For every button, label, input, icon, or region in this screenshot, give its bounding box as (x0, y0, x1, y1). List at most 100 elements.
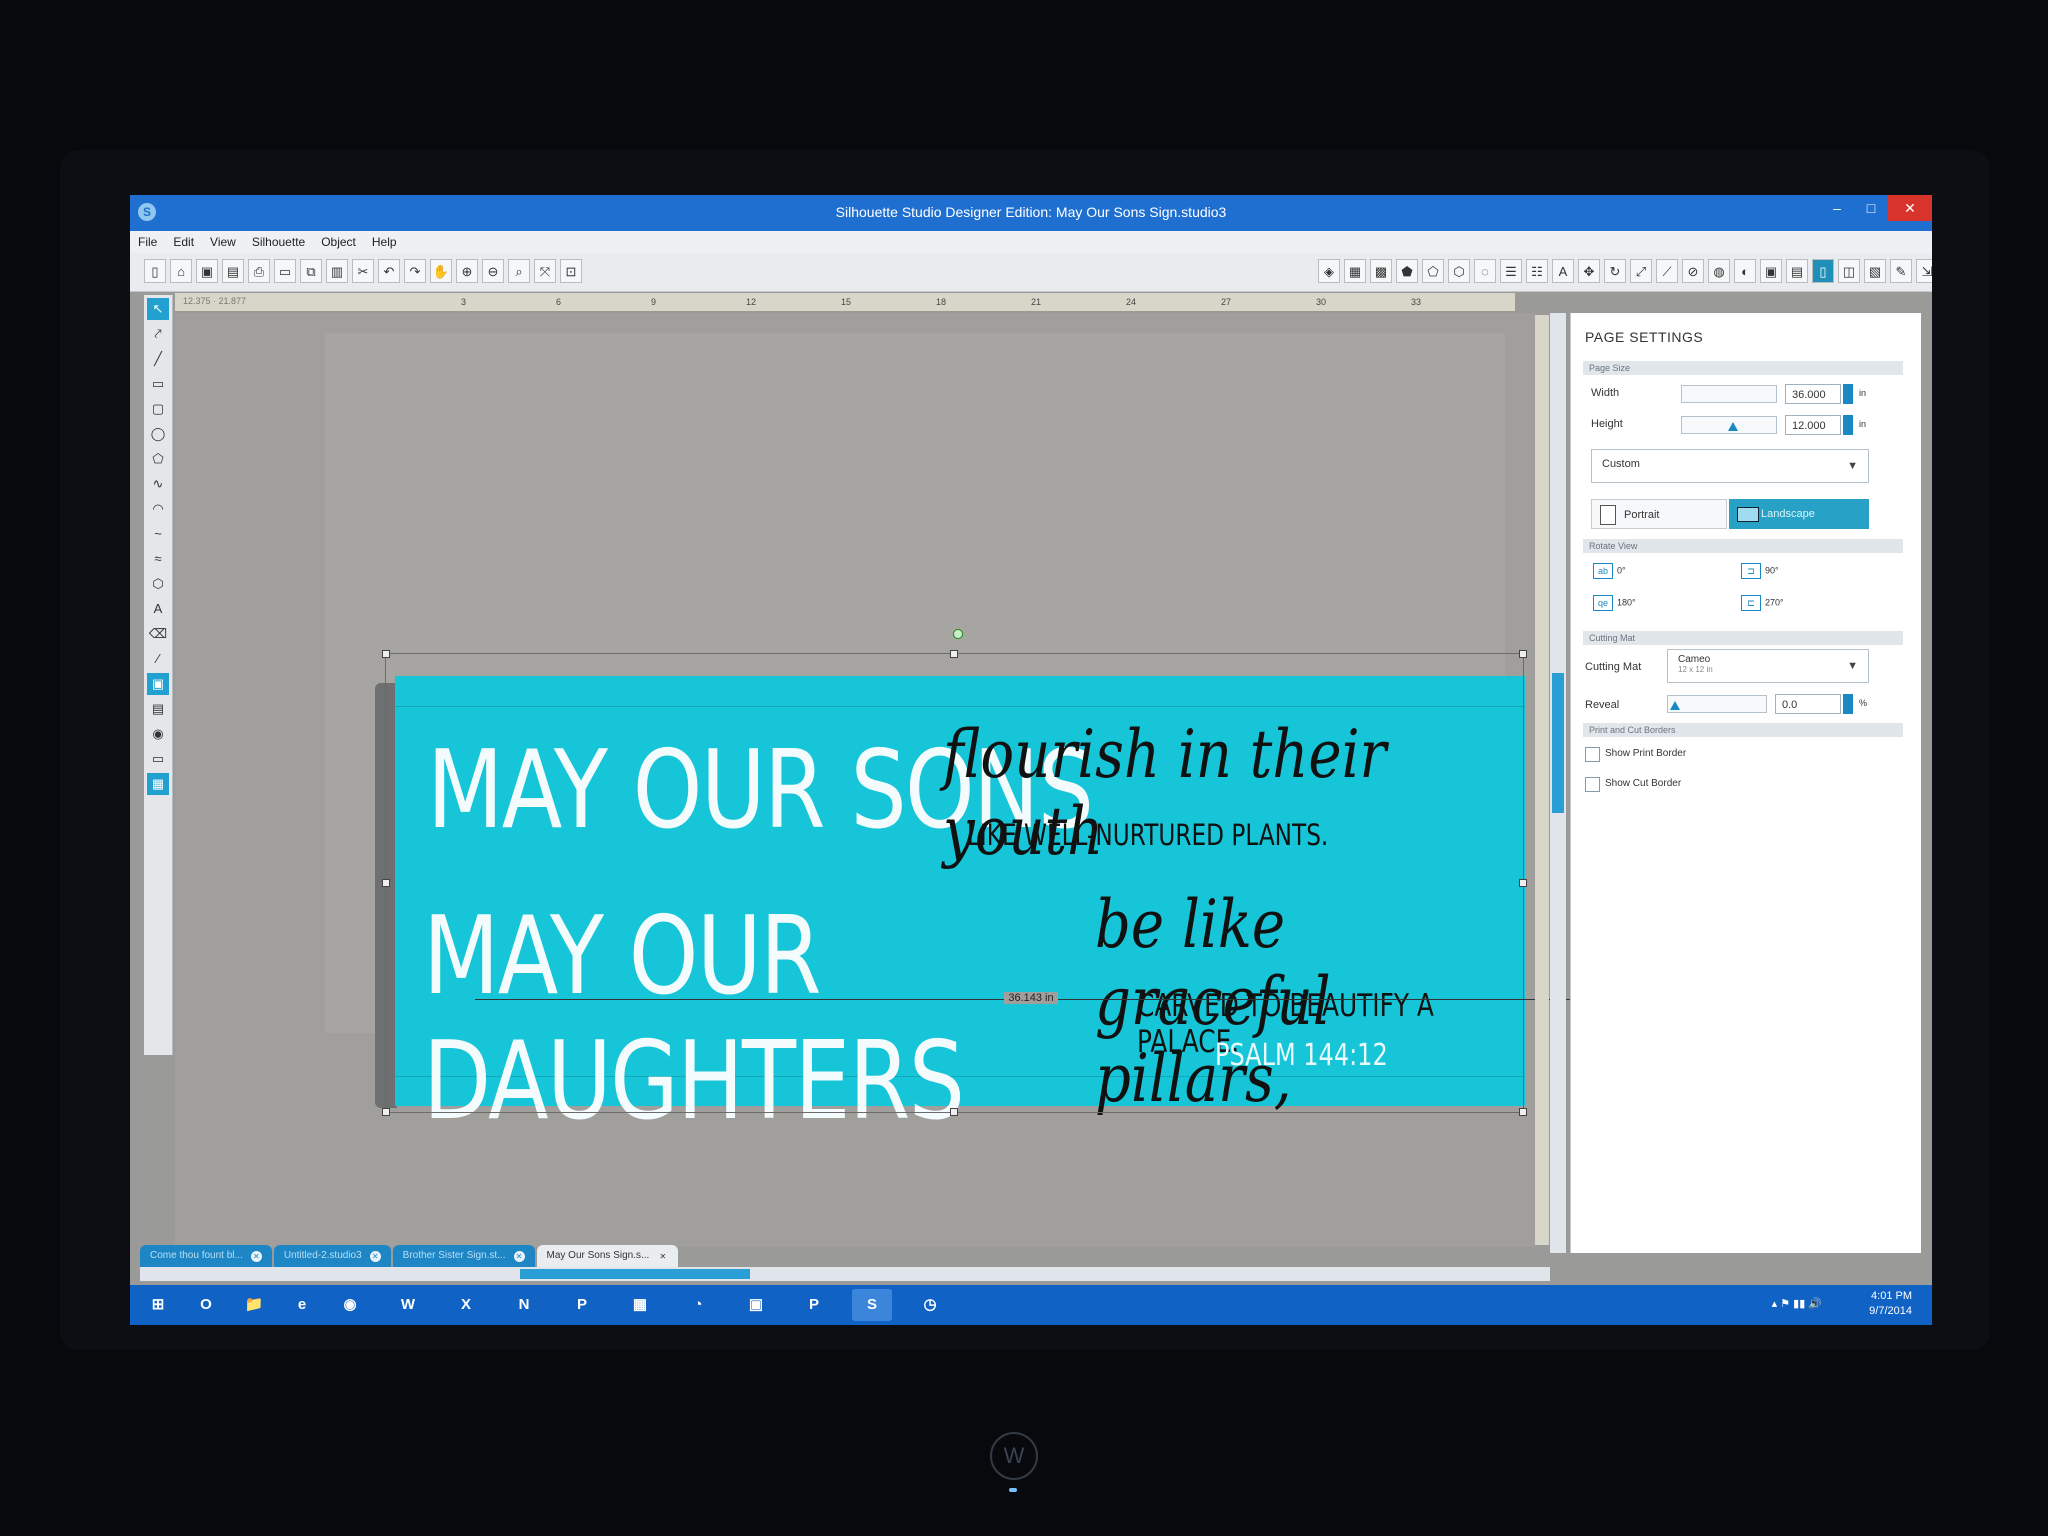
zoom-select-icon[interactable]: ⌕ (508, 259, 530, 283)
drag-zoom-icon[interactable]: ⤧ (534, 259, 556, 283)
select-tool-icon[interactable]: ↖ (147, 298, 169, 320)
word-icon[interactable]: W (388, 1289, 428, 1321)
menu-object[interactable]: Object (313, 235, 364, 249)
outlook-icon[interactable]: O (186, 1289, 226, 1321)
handle-bottom-left[interactable] (382, 1108, 390, 1116)
point-edit-icon[interactable]: ⤤ (147, 323, 169, 345)
smooth-freehand-icon[interactable]: ≈ (147, 548, 169, 570)
handle-mid-right[interactable] (1519, 879, 1527, 887)
send-to-silhouette-icon[interactable]: ⇲ (1916, 259, 1932, 283)
clock[interactable]: 4:01 PM 9/7/2014 (1869, 1289, 1912, 1319)
text-style-icon[interactable]: A (1552, 259, 1574, 283)
silhouette-studio-icon[interactable]: S (852, 1289, 892, 1321)
menu-help[interactable]: Help (364, 235, 405, 249)
portrait-button[interactable]: Portrait (1591, 499, 1727, 529)
online-store-icon[interactable]: ◉ (147, 723, 169, 745)
transform-icon[interactable]: ✥ (1578, 259, 1600, 283)
open-folder-icon[interactable]: ⌂ (170, 259, 192, 283)
send-icon[interactable]: ▭ (274, 259, 296, 283)
modify-icon[interactable]: ⊘ (1682, 259, 1704, 283)
undo-icon[interactable]: ↶ (378, 259, 400, 283)
cut-settings-icon[interactable]: ▧ (1864, 259, 1886, 283)
store-icon[interactable]: ▤ (1786, 259, 1808, 283)
close-icon[interactable]: ✕ (369, 1250, 381, 1262)
system-tray[interactable]: ▴ ⚑ ▮▮ 🔊 (1772, 1297, 1822, 1310)
regular-polygon-icon[interactable]: ⬡ (147, 573, 169, 595)
tab-brother-sister-sign[interactable]: Brother Sister Sign.st... ✕ (392, 1245, 535, 1267)
start-button[interactable]: ⊞ (138, 1289, 178, 1321)
rectangle-tool-icon[interactable]: ▭ (147, 373, 169, 395)
offset-tool-icon[interactable]: ◍ (1708, 259, 1730, 283)
new-file-icon[interactable]: ▯ (144, 259, 166, 283)
menu-view[interactable]: View (202, 235, 244, 249)
handle-bottom-center[interactable] (950, 1108, 958, 1116)
width-slider[interactable] (1681, 385, 1777, 403)
reveal-slider-knob[interactable] (1670, 701, 1680, 710)
rotate-270-option[interactable]: ⊏ 270° (1741, 595, 1784, 611)
handle-mid-left[interactable] (382, 879, 390, 887)
handle-top-right[interactable] (1519, 650, 1527, 658)
handle-bottom-right[interactable] (1519, 1108, 1527, 1116)
scale-icon[interactable]: ⤢ (1630, 259, 1652, 283)
handle-top-center[interactable] (950, 650, 958, 658)
horizontal-scrollbar[interactable] (140, 1267, 1550, 1281)
pan-hand-icon[interactable]: ✋ (430, 259, 452, 283)
close-button[interactable]: ✕ (1888, 195, 1932, 221)
gradient-icon[interactable]: ▦ (1344, 259, 1366, 283)
sign-design[interactable]: MAY OUR SONS flourish in their youth LIK… (395, 676, 1525, 1144)
ellipse-tool-icon[interactable]: ◯ (147, 423, 169, 445)
menu-file[interactable]: File (130, 235, 165, 249)
width-spinner[interactable] (1843, 384, 1853, 404)
offset-icon[interactable]: ◌ (1474, 259, 1496, 283)
tab-come-thou-fount[interactable]: Come thou fount bl... ✕ (140, 1245, 272, 1267)
rotate-handle[interactable] (953, 629, 963, 639)
trace-icon[interactable]: ◐ (1734, 259, 1756, 283)
vertical-scrollbar[interactable] (1550, 313, 1566, 1253)
show-print-border-checkbox[interactable] (1585, 747, 1600, 762)
arc-tool-icon[interactable]: ◠ (147, 498, 169, 520)
close-icon[interactable]: ✕ (250, 1250, 262, 1262)
time-machine-icon[interactable]: ◷ (910, 1289, 950, 1321)
registration-icon[interactable]: ◫ (1838, 259, 1860, 283)
rounded-rect-icon[interactable]: ▢ (147, 398, 169, 420)
rotate-0-option[interactable]: ab 0° (1593, 563, 1626, 579)
polygon-tool-icon[interactable]: ⬠ (147, 448, 169, 470)
show-cut-border-checkbox[interactable] (1585, 777, 1600, 792)
horizontal-scroll-thumb[interactable] (520, 1269, 750, 1279)
sketch-icon[interactable]: ✎ (1890, 259, 1912, 283)
height-spinner[interactable] (1843, 415, 1853, 435)
zoom-in-icon[interactable]: ⊕ (456, 259, 478, 283)
internet-explorer-icon[interactable]: e (282, 1289, 322, 1321)
fill-color-icon[interactable]: ◈ (1318, 259, 1340, 283)
pattern-icon[interactable]: ▩ (1370, 259, 1392, 283)
page-view-icon[interactable]: ▣ (147, 673, 169, 695)
save-as-icon[interactable]: ▤ (222, 259, 244, 283)
align-icon[interactable]: ☰ (1500, 259, 1522, 283)
chrome-icon[interactable]: ◉ (330, 1289, 370, 1321)
tile-view-icon[interactable]: ▭ (147, 748, 169, 770)
tab-untitled-2[interactable]: Untitled-2.studio3 ✕ (273, 1245, 391, 1267)
line-tool-icon[interactable]: ╱ (147, 348, 169, 370)
handle-top-left[interactable] (382, 650, 390, 658)
eraser-icon[interactable]: ⌫ (147, 623, 169, 645)
maximize-button[interactable]: □ (1854, 195, 1888, 221)
vertical-scroll-thumb[interactable] (1552, 673, 1564, 813)
excel-icon[interactable]: X (446, 1289, 486, 1321)
split-view-icon[interactable]: ▦ (147, 773, 169, 795)
photo-app-icon[interactable]: ▣ (736, 1289, 776, 1321)
redo-icon[interactable]: ↷ (404, 259, 426, 283)
reveal-spinner[interactable] (1843, 694, 1853, 714)
minimize-button[interactable]: – (1820, 195, 1854, 221)
line-style-icon[interactable]: ⬠ (1422, 259, 1444, 283)
onenote-icon[interactable]: N (504, 1289, 544, 1321)
canvas[interactable]: MAY OUR SONS flourish in their youth LIK… (175, 313, 1535, 1247)
height-slider-knob[interactable] (1728, 422, 1738, 431)
page-settings-icon[interactable]: ▯ (1812, 259, 1834, 283)
close-icon[interactable]: ✕ (513, 1250, 525, 1262)
landscape-button[interactable]: Landscape (1729, 499, 1869, 529)
fit-page-icon[interactable]: ⊡ (560, 259, 582, 283)
height-slider[interactable] (1681, 416, 1777, 434)
tab-may-our-sons-sign[interactable]: May Our Sons Sign.s... ✕ (536, 1245, 679, 1267)
menu-silhouette[interactable]: Silhouette (244, 235, 313, 249)
publisher-icon[interactable]: P (562, 1289, 602, 1321)
